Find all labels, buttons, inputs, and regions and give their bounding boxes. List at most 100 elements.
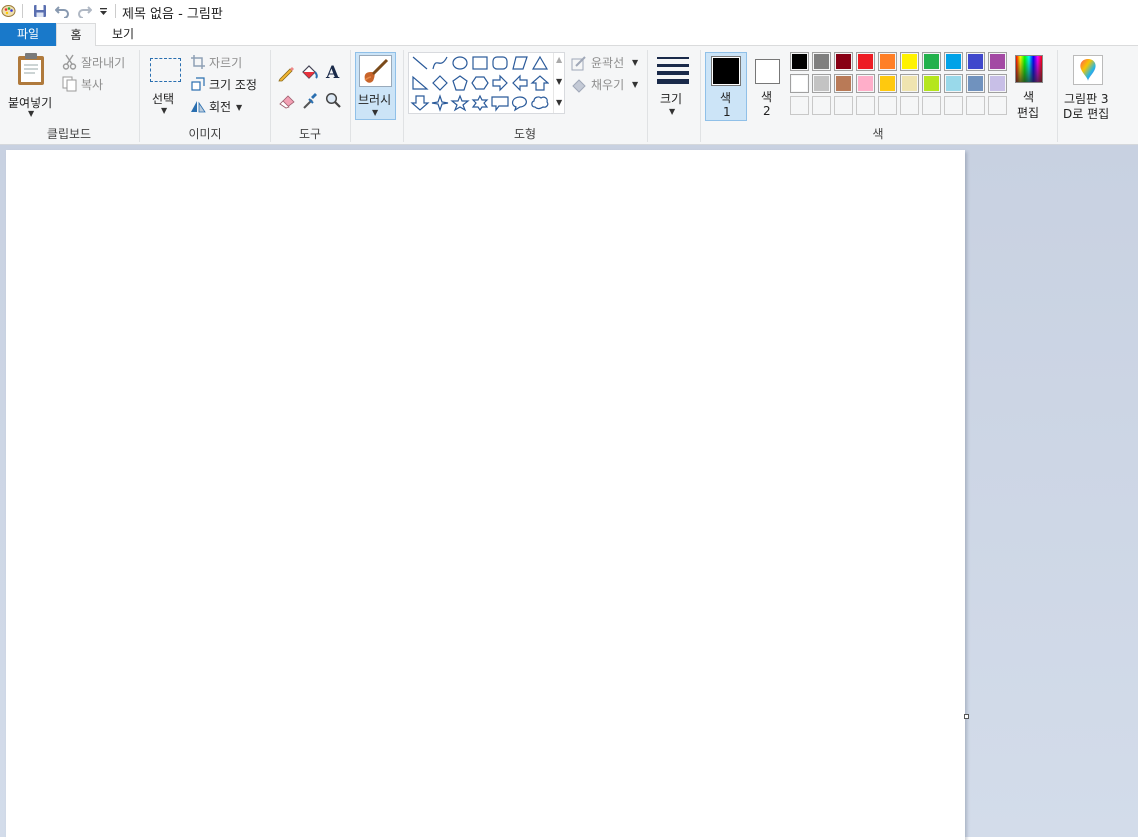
palette-swatch[interactable]: [922, 96, 941, 115]
palette-swatch[interactable]: [834, 74, 853, 93]
shapes-scroll-bar[interactable]: ▲ ▼ ▼: [553, 53, 565, 113]
palette-swatch[interactable]: [878, 74, 897, 93]
size-label: 크기: [660, 92, 683, 106]
color1-button[interactable]: 색 1: [705, 52, 747, 121]
color-picker-icon[interactable]: [302, 92, 318, 110]
select-button[interactable]: 선택 ▼: [146, 54, 184, 120]
chevron-down-icon: ▼: [632, 80, 639, 89]
group-label-image: 이미지: [188, 127, 222, 141]
palette-swatch[interactable]: [944, 96, 963, 115]
chevron-down-icon: ▼: [161, 106, 168, 115]
palette-swatch[interactable]: [812, 74, 831, 93]
chevron-down-icon: ▼: [632, 58, 639, 67]
palette-swatch[interactable]: [988, 74, 1007, 93]
palette-swatch[interactable]: [988, 96, 1007, 115]
polygon-shape-icon[interactable]: [512, 56, 528, 70]
group-label-clipboard: 클립보드: [46, 127, 92, 141]
triangle-shape-icon[interactable]: [531, 55, 549, 70]
palette-swatch[interactable]: [878, 96, 897, 115]
palette-swatch[interactable]: [900, 74, 919, 93]
palette-swatch[interactable]: [922, 52, 941, 71]
fill-bucket-icon[interactable]: [300, 63, 319, 81]
palette-swatch[interactable]: [856, 74, 875, 93]
palette-swatch[interactable]: [944, 74, 963, 93]
tab-home[interactable]: 홈: [56, 23, 96, 47]
hexagon-shape-icon[interactable]: [471, 76, 489, 90]
ribbon-tabs: 파일 홈 보기: [0, 23, 1138, 47]
cut-button[interactable]: 잘라내기: [62, 53, 134, 71]
redo-icon[interactable]: [77, 4, 92, 18]
palette-swatch[interactable]: [900, 96, 919, 115]
palette-swatch[interactable]: [790, 52, 809, 71]
tab-file[interactable]: 파일: [0, 23, 56, 46]
customize-quick-access-icon[interactable]: [99, 8, 108, 17]
shapes-gallery-icons: [410, 55, 549, 112]
palette-swatch[interactable]: [900, 52, 919, 71]
palette-swatch[interactable]: [878, 52, 897, 71]
rectangle-shape-icon[interactable]: [472, 56, 488, 70]
edit-colors-button[interactable]: 색 편집: [1012, 52, 1048, 120]
down-arrow-shape-icon[interactable]: [410, 95, 430, 111]
oval-callout-shape-icon[interactable]: [511, 96, 527, 112]
scroll-up-icon[interactable]: ▲: [556, 55, 562, 64]
palette-swatch[interactable]: [812, 96, 831, 115]
palette-swatch[interactable]: [790, 96, 809, 115]
expand-gallery-icon[interactable]: ▼: [556, 98, 562, 107]
rotate-icon: [190, 99, 206, 113]
size-button[interactable]: 크기 ▼: [652, 52, 694, 120]
five-point-star-shape-icon[interactable]: [450, 94, 470, 112]
edit-with-paint3d-button[interactable]: 그림판 3 D로 편집: [1061, 52, 1117, 121]
magnifier-icon[interactable]: [325, 92, 342, 109]
resize-button[interactable]: 크기 조정: [190, 75, 264, 93]
palette-swatch[interactable]: [790, 74, 809, 93]
drawing-canvas[interactable]: [6, 150, 965, 840]
outline-button[interactable]: 윤곽선 ▼: [571, 54, 643, 72]
fill-button[interactable]: 채우기 ▼: [571, 76, 643, 94]
pentagon-shape-icon[interactable]: [452, 75, 468, 91]
color1-label-line2: 1: [723, 105, 731, 119]
line-shape-icon[interactable]: [412, 56, 428, 70]
rectangular-callout-shape-icon[interactable]: [491, 96, 509, 112]
palette-swatch[interactable]: [966, 74, 985, 93]
right-triangle-shape-icon[interactable]: [412, 75, 429, 90]
six-point-star-shape-icon[interactable]: [471, 94, 489, 112]
up-arrow-shape-icon[interactable]: [530, 75, 549, 91]
crop-label: 자르기: [209, 56, 243, 70]
palette-swatch[interactable]: [966, 96, 985, 115]
palette-swatch[interactable]: [812, 52, 831, 71]
group-label-colors: 색: [872, 127, 884, 141]
scroll-down-icon[interactable]: ▼: [556, 77, 562, 86]
rotate-button[interactable]: 회전 ▼: [190, 97, 250, 115]
crop-button[interactable]: 자르기: [190, 53, 260, 71]
palette-swatch[interactable]: [834, 52, 853, 71]
pencil-icon[interactable]: [277, 64, 295, 82]
palette-swatch[interactable]: [834, 96, 853, 115]
left-arrow-shape-icon[interactable]: [512, 74, 528, 92]
color2-button[interactable]: 색 2: [750, 52, 786, 121]
diamond-shape-icon[interactable]: [432, 75, 448, 91]
copy-button[interactable]: 복사: [62, 75, 122, 93]
select-label: 선택: [152, 92, 175, 106]
rounded-rectangle-shape-icon[interactable]: [492, 56, 508, 70]
palette-swatch[interactable]: [922, 74, 941, 93]
palette-swatch[interactable]: [856, 96, 875, 115]
right-arrow-shape-icon[interactable]: [492, 74, 508, 92]
tab-view[interactable]: 보기: [100, 23, 146, 46]
paste-button[interactable]: 붙여넣기 ▼: [4, 50, 58, 122]
cloud-callout-shape-icon[interactable]: [531, 96, 549, 110]
canvas-resize-handle[interactable]: [964, 714, 969, 719]
paint-app-icon[interactable]: [1, 3, 16, 18]
oval-shape-icon[interactable]: [452, 56, 468, 70]
save-icon[interactable]: [33, 4, 47, 18]
four-point-star-shape-icon[interactable]: [431, 94, 449, 112]
eraser-icon[interactable]: [278, 93, 296, 109]
brushes-button[interactable]: 브러시 ▼: [355, 52, 396, 120]
palette-swatch[interactable]: [856, 52, 875, 71]
text-tool-icon[interactable]: A: [326, 63, 339, 83]
resize-icon: [191, 77, 205, 91]
palette-swatch[interactable]: [988, 52, 1007, 71]
palette-swatch[interactable]: [966, 52, 985, 71]
undo-icon[interactable]: [55, 4, 70, 18]
curve-shape-icon[interactable]: [432, 56, 448, 70]
palette-swatch[interactable]: [944, 52, 963, 71]
